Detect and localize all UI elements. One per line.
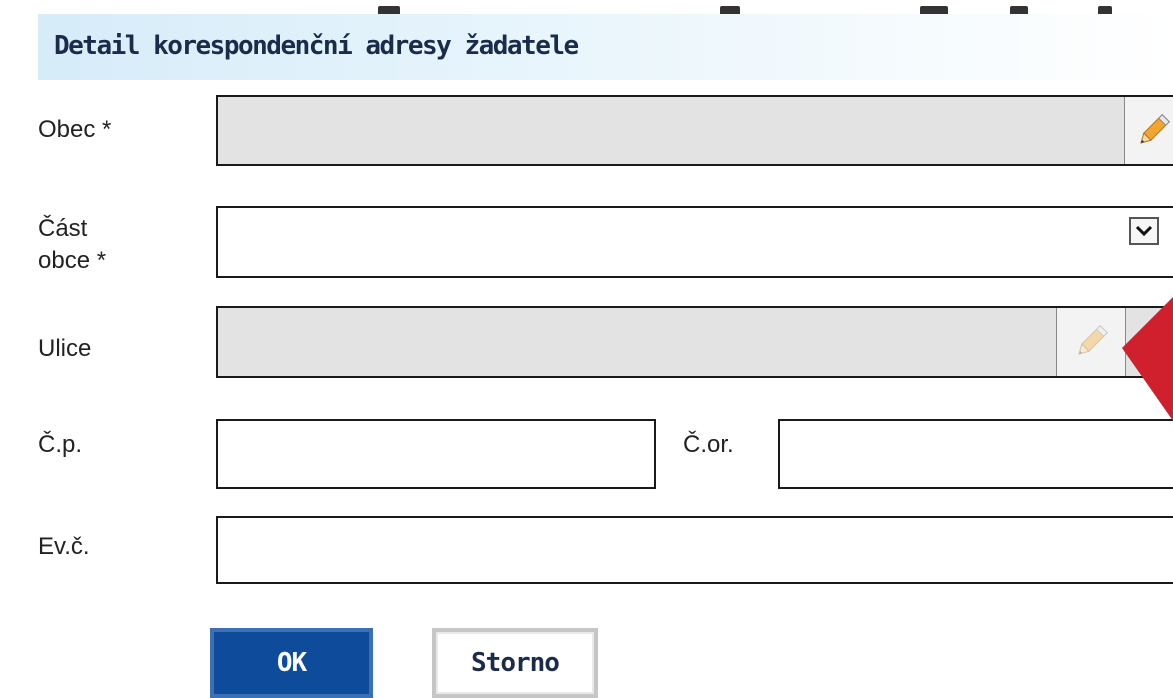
ulice-field[interactable]: [216, 306, 1173, 378]
obec-label: Obec *: [38, 116, 112, 143]
cp-input[interactable]: [216, 419, 656, 489]
cropped-text-above: [0, 0, 1173, 14]
cast-obce-label-line2: obce *: [38, 247, 107, 274]
cp-label: Č.p.: [38, 431, 83, 458]
obec-field[interactable]: [216, 95, 1173, 166]
pencil-icon: [1140, 113, 1170, 144]
evc-input[interactable]: [216, 516, 1173, 584]
cast-obce-label-line1: Část: [38, 215, 88, 242]
ulice-label: Ulice: [38, 335, 92, 362]
arrow-pointer-icon: [1122, 297, 1173, 421]
obec-edit-button[interactable]: [1124, 97, 1173, 164]
section-title: Detail korespondenční adresy žadatele: [54, 31, 579, 61]
ok-button[interactable]: OK: [210, 628, 373, 698]
chevron-down-icon: [1135, 225, 1153, 237]
section-header: Detail korespondenční adresy žadatele: [38, 14, 1173, 80]
cast-obce-select[interactable]: [216, 206, 1173, 278]
cor-input[interactable]: [778, 419, 1173, 489]
ulice-edit-button[interactable]: [1056, 308, 1126, 376]
pencil-icon: [1078, 325, 1108, 355]
cast-obce-dropdown-button[interactable]: [1129, 217, 1159, 245]
evc-label: Ev.č.: [38, 533, 90, 560]
storno-button[interactable]: Storno: [432, 628, 598, 698]
cor-label: Č.or.: [683, 431, 734, 458]
